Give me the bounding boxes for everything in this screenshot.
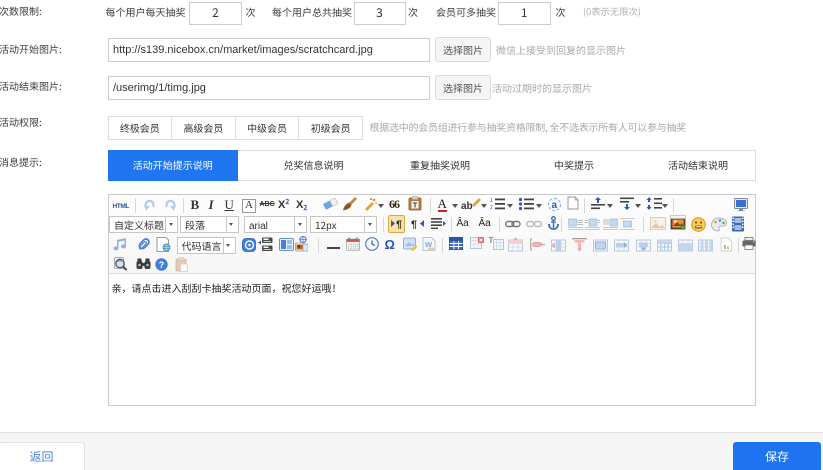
svg-text:2: 2: [490, 205, 493, 210]
svg-text:1: 1: [490, 198, 493, 204]
svg-text:¶: ¶: [396, 219, 402, 229]
svg-text:¶: ¶: [411, 219, 417, 229]
svg-text:T: T: [413, 203, 418, 210]
svg-text:?: ?: [159, 260, 165, 270]
